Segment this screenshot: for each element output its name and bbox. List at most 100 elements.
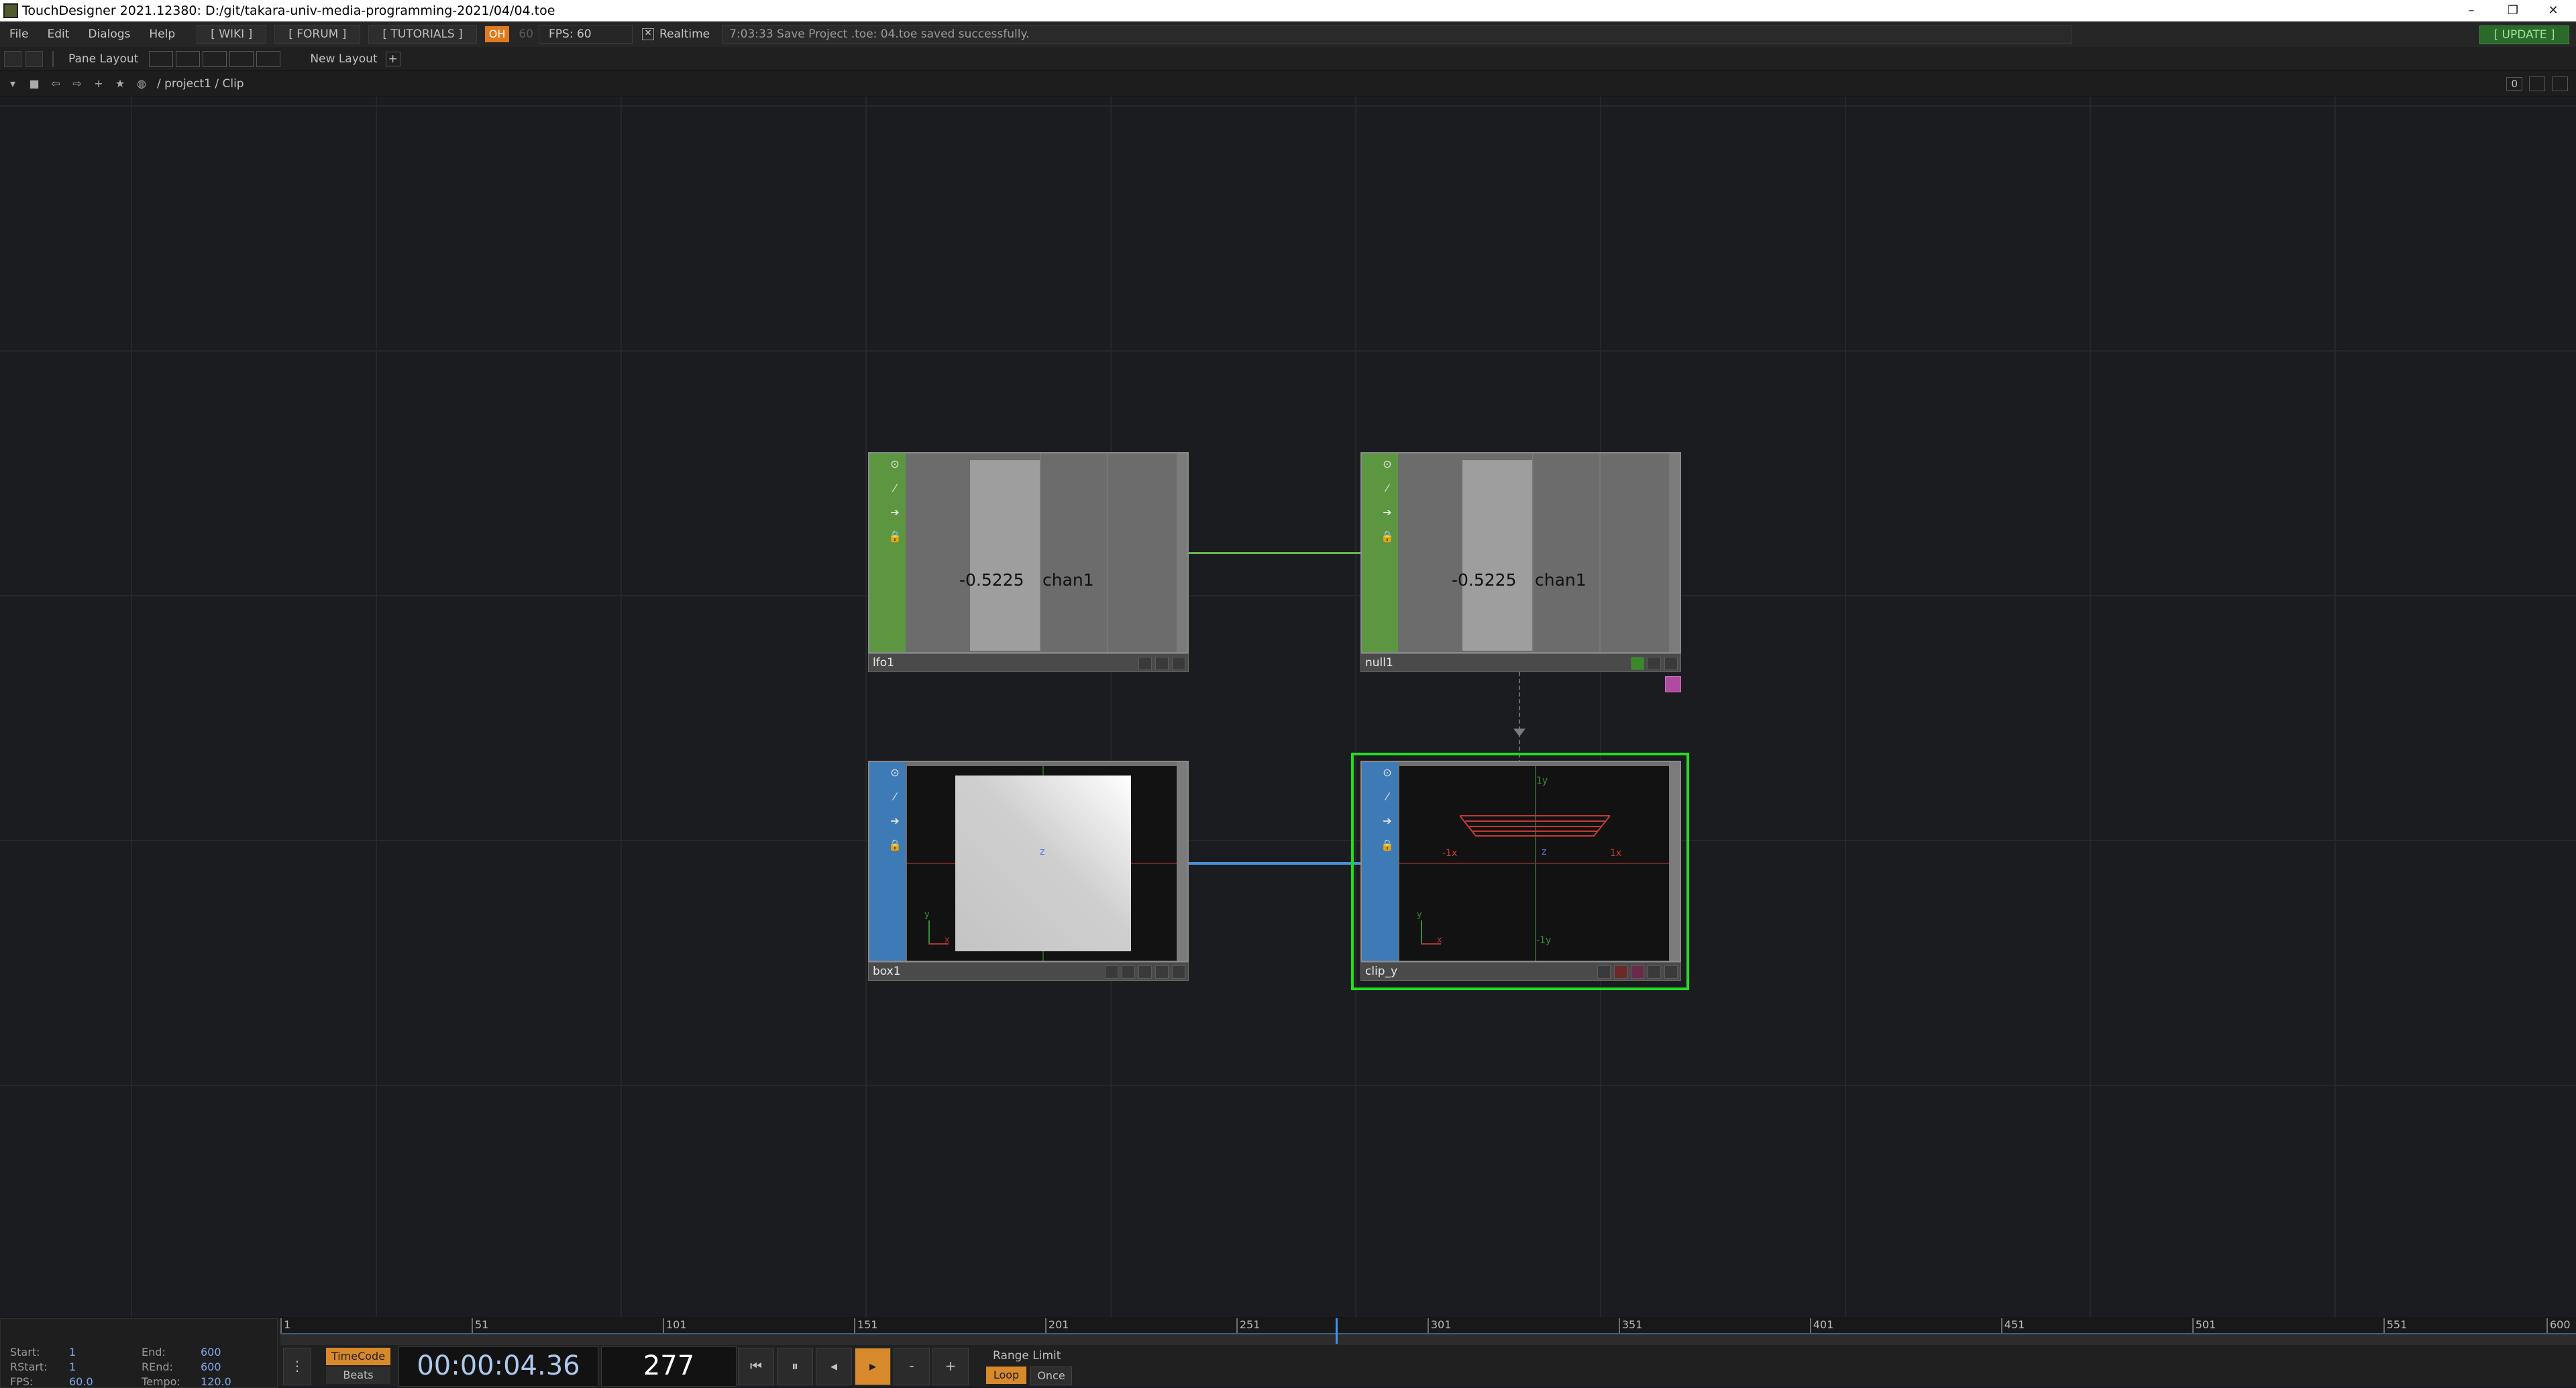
display-flag-icon[interactable] [1631, 965, 1644, 979]
display-arrow-icon[interactable]: ➔ [887, 813, 903, 829]
lock-icon[interactable]: 🔒 [1379, 529, 1395, 545]
back-icon[interactable]: ⇦ [47, 76, 64, 92]
view-icon[interactable]: ◍ [133, 76, 150, 92]
end-value[interactable]: 600 [201, 1346, 221, 1358]
timeline-ruler[interactable]: 1 51 101 151 201 251 301 351 401 451 501 551 600 [280, 1318, 2576, 1333]
update-button[interactable]: [ UPDATE ] [2479, 25, 2569, 44]
forward-icon[interactable]: ⇨ [68, 76, 86, 92]
tutorials-link[interactable]: [ TUTORIALS ] [368, 25, 477, 44]
minimize-button[interactable]: – [2451, 0, 2491, 21]
layout-quad-icon[interactable] [256, 50, 281, 67]
fps-value[interactable]: 60.0 [69, 1375, 93, 1388]
flag-icon[interactable] [1664, 657, 1678, 670]
flag-icon[interactable] [1105, 965, 1118, 979]
step-back-icon[interactable]: ◂ [816, 1348, 852, 1385]
cook-flag-icon[interactable] [1631, 657, 1644, 670]
new-layout-button[interactable]: New Layout [310, 52, 377, 66]
viewer-active-icon[interactable]: ⊙ [887, 765, 903, 781]
network-editor[interactable]: ⊙ ⁄ ➔ 🔒 -0.5225 chan1 lfo1 ⊙ ⁄ ➔ 🔒 -0.52… [0, 97, 2576, 1318]
rewind-icon[interactable]: ⏮ [738, 1348, 774, 1385]
display-arrow-icon[interactable]: ➔ [1379, 813, 1395, 829]
bookmark-star-icon[interactable]: ★ [111, 76, 129, 92]
menu-help[interactable]: Help [140, 28, 184, 41]
play-icon[interactable]: ▸ [855, 1348, 891, 1385]
forum-link[interactable]: [ FORUM ] [274, 25, 361, 44]
realtime-checkbox[interactable]: ✕ [642, 28, 655, 40]
node-name[interactable]: null1 [1365, 656, 1393, 670]
step-minus-button[interactable]: - [894, 1348, 930, 1385]
display-arrow-icon[interactable]: ➔ [1379, 504, 1395, 521]
once-toggle[interactable]: Once [1030, 1367, 1072, 1385]
flag-icon[interactable] [1597, 965, 1611, 979]
output-connector[interactable] [1177, 762, 1187, 961]
wire-box1-clip_y[interactable] [1189, 862, 1366, 865]
viewer-active-icon[interactable]: ⊙ [887, 456, 903, 472]
flag-icon[interactable] [1138, 657, 1152, 670]
flag-icon[interactable] [1172, 965, 1185, 979]
render-flag-icon[interactable] [1614, 965, 1627, 979]
node-name-bar[interactable]: null1 [1360, 653, 1681, 672]
pause-icon[interactable]: ⏸ [777, 1348, 813, 1385]
start-value[interactable]: 1 [69, 1346, 76, 1358]
lock-icon[interactable]: 🔒 [1379, 837, 1395, 853]
flag-icon[interactable] [1155, 965, 1169, 979]
pane-type-icon[interactable] [2529, 76, 2545, 91]
display-arrow-icon[interactable]: ➔ [887, 504, 903, 521]
flag-icon[interactable] [1122, 965, 1135, 979]
export-icon[interactable] [1665, 676, 1681, 692]
menu-dialogs[interactable]: Dialogs [78, 28, 140, 41]
frame-display[interactable]: 277 [601, 1346, 737, 1387]
playhead[interactable] [1336, 1318, 1338, 1344]
add-layout-button[interactable]: + [385, 51, 400, 66]
restore-button[interactable]: ❐ [2493, 0, 2533, 21]
pane-menu-icon[interactable] [25, 50, 43, 67]
home-icon[interactable]: + [90, 76, 107, 92]
breadcrumb[interactable]: / project1 / Clip [157, 77, 244, 91]
flag-icon[interactable] [1138, 965, 1152, 979]
layout-three-icon[interactable] [229, 50, 254, 67]
loop-toggle[interactable]: Loop [986, 1367, 1026, 1384]
stop-icon[interactable]: ■ [25, 76, 43, 92]
flag-icon[interactable] [1172, 657, 1185, 670]
bypass-icon[interactable]: ⁄ [1379, 789, 1395, 805]
timecode-display[interactable]: 00:00:04.36 [398, 1346, 598, 1387]
flag-icon[interactable] [1648, 965, 1661, 979]
layout-split-h-icon[interactable] [176, 50, 201, 67]
output-connector[interactable] [1177, 453, 1187, 652]
node-name[interactable]: lfo1 [873, 656, 894, 670]
layout-single-icon[interactable] [149, 50, 174, 67]
node-name-bar[interactable]: box1 [868, 962, 1189, 981]
viewer-active-icon[interactable]: ⊙ [1379, 456, 1395, 472]
menu-file[interactable]: File [0, 28, 38, 41]
close-button[interactable]: ✕ [2533, 0, 2573, 21]
node-lfo1[interactable]: ⊙ ⁄ ➔ 🔒 -0.5225 chan1 lfo1 [868, 452, 1189, 672]
beats-toggle[interactable]: Beats [326, 1367, 390, 1384]
timecode-toggle[interactable]: TimeCode [326, 1348, 390, 1365]
rstart-value[interactable]: 1 [69, 1360, 76, 1373]
pane-split-icon[interactable] [4, 50, 21, 67]
lock-icon[interactable]: 🔒 [887, 529, 903, 545]
chevron-down-icon[interactable]: ▾ [4, 76, 21, 92]
node-clip_y[interactable]: ⊙ ⁄ ➔ 🔒 1y -1y -1x 1x z y x clip_y [1360, 761, 1681, 981]
tempo-value[interactable]: 120.0 [201, 1375, 231, 1388]
output-connector[interactable] [1669, 453, 1680, 652]
bypass-icon[interactable]: ⁄ [1379, 480, 1395, 496]
step-plus-button[interactable]: + [932, 1348, 969, 1385]
output-connector[interactable] [1669, 762, 1680, 961]
node-name-bar[interactable]: lfo1 [868, 653, 1189, 672]
flag-icon[interactable] [1155, 657, 1169, 670]
oh-badge[interactable]: OH [484, 26, 510, 42]
flag-icon[interactable] [1648, 657, 1661, 670]
rend-value[interactable]: 600 [201, 1360, 221, 1373]
node-name-bar[interactable]: clip_y [1360, 962, 1681, 981]
wiki-link[interactable]: [ WIKI ] [197, 25, 267, 44]
layout-split-v-icon[interactable] [203, 50, 227, 67]
timeline-options-icon[interactable]: ⋮ [283, 1348, 311, 1385]
wire-lfo1-null1[interactable] [1189, 552, 1366, 554]
bypass-icon[interactable]: ⁄ [887, 480, 903, 496]
node-name[interactable]: box1 [873, 965, 901, 978]
menu-edit[interactable]: Edit [38, 28, 78, 41]
bypass-icon[interactable]: ⁄ [887, 789, 903, 805]
flag-icon[interactable] [1664, 965, 1678, 979]
node-box1[interactable]: ⊙ ⁄ ➔ 🔒 z y x box1 [868, 761, 1189, 981]
